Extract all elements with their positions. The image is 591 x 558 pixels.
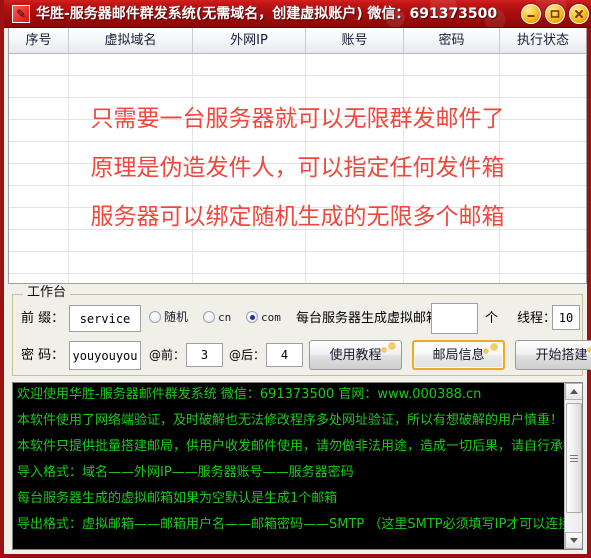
at-after-input[interactable]: 4 [266,343,303,367]
mailbox-count-unit: 个 [485,311,499,326]
at-after-label: @后： [229,348,266,362]
table-row[interactable] [9,164,586,186]
tutorial-button[interactable]: 使用教程 [309,340,402,370]
radio-suffix-random[interactable]: 随机 [149,311,188,323]
column-header-index[interactable]: 序号 [9,28,69,53]
radio-suffix-com[interactable]: com [246,311,281,323]
prefix-label: 前 缀： [21,311,65,326]
log-console-text: 欢迎使用华胜-服务器邮件群发系统 微信：691373500 官网：www.000… [13,383,583,549]
mailbox-count-input[interactable] [431,303,478,334]
column-header-password[interactable]: 密码 [404,28,500,53]
window-controls [521,4,589,24]
at-before-label: @前： [149,348,186,362]
radio-label-cn: cn [218,310,232,324]
thread-input[interactable]: 10 [552,305,580,330]
thread-label: 线程： [517,311,557,326]
start-build-button-label: 开始搭建 [535,347,588,363]
radio-dot-icon [203,311,215,323]
table-row[interactable] [9,120,586,142]
grid-body[interactable]: 只需要一台服务器就可以无限群发邮件了 原理是伪造发件人，可以指定任何发件箱 服务… [9,54,586,283]
maximize-button[interactable] [545,4,565,24]
table-row[interactable] [9,252,586,274]
workbench-legend: 工作台 [23,286,71,299]
log-line-5: 每台服务器生成的虚拟邮箱如果为空默认是生成1个邮箱 [17,491,338,506]
workbench-row-1: 前 缀： service 随机 cn com 每台服务器生成虚拟邮箱： 个 线程… [13,303,582,335]
log-line-4: 导入格式：域名——外网IP——服务器账号——服务器密码 [17,465,354,480]
post-office-info-button[interactable]: 邮局信息 [412,340,505,370]
tutorial-button-label: 使用教程 [329,347,382,363]
post-office-info-button-label: 邮局信息 [432,347,485,363]
workbench-row-2: 密 码： youyouyou @前： 3 @后： 4 使用教程 邮局信息 开始搭… [13,339,591,373]
table-row[interactable] [9,54,586,76]
column-header-status[interactable]: 执行状态 [500,28,586,53]
log-line-6: 导出格式：虚拟邮箱——邮箱用户名——邮箱密码——SMTP （这里SMTP必须填写… [17,517,583,532]
log-console[interactable]: 欢迎使用华胜-服务器邮件群发系统 微信：691373500 官网：www.000… [12,382,583,550]
log-console-scrollbar[interactable] [564,383,582,549]
log-line-3: 本软件只提供批量搭建邮局，供用户收发邮件使用，请勿做非法用途，造成一切后果，请自… [17,439,583,454]
grid-header-row: 序号 虚拟域名 外网IP 账号 密码 执行状态 [9,28,586,54]
app-logo-icon: ✎ [12,5,30,23]
radio-suffix-cn[interactable]: cn [203,311,231,323]
prefix-input[interactable]: service [69,305,141,332]
table-row[interactable] [9,274,586,283]
minimize-button[interactable] [521,4,541,24]
application-window: ✎ 华胜-服务器邮件群发系统(无需域名，创建虚拟账户) 微信：691373500… [0,0,591,558]
grip-icon [570,454,578,462]
table-row[interactable] [9,142,586,164]
mailbox-count-label: 每台服务器生成虚拟邮箱： [296,311,453,326]
caret-up-icon [570,389,578,394]
start-build-button[interactable]: 开始搭建 [515,340,591,370]
table-row[interactable] [9,230,586,252]
workbench-panel: 工作台 前 缀： service 随机 cn com 每台服务器生成虚拟邮箱： … [12,286,591,376]
radio-dot-icon [149,311,161,323]
table-row[interactable] [9,76,586,98]
scroll-up-button[interactable] [565,383,582,400]
server-list-grid[interactable]: 序号 虚拟域名 外网IP 账号 密码 执行状态 只需要一台服务器就可以无限群发邮… [8,28,587,284]
table-row[interactable] [9,186,586,208]
window-title: 华胜-服务器邮件群发系统(无需域名，创建虚拟账户) 微信：691373500 [36,6,498,22]
column-header-account[interactable]: 账号 [306,28,404,53]
radio-dot-icon [246,311,258,323]
log-line-2: 本软件使用了网络端验证，及时破解也无法修改程序多处网址验证，所以有想破解的用户慎… [17,413,564,428]
column-header-ip[interactable]: 外网IP [193,28,306,53]
log-line-1: 欢迎使用华胜-服务器邮件群发系统 微信：691373500 官网：www.000… [17,387,482,402]
scrollbar-thumb[interactable] [566,403,582,513]
caret-down-icon [570,538,578,543]
title-bar: ✎ 华胜-服务器邮件群发系统(无需域名，创建虚拟账户) 微信：691373500 [4,0,591,28]
scroll-down-button[interactable] [565,532,582,549]
close-button[interactable] [569,4,589,24]
radio-label-com: com [261,310,281,324]
radio-label-random: 随机 [164,310,189,324]
column-header-domain[interactable]: 虚拟域名 [69,28,193,53]
table-row[interactable] [9,208,586,230]
password-label: 密 码： [21,348,65,363]
at-before-input[interactable]: 3 [186,343,223,367]
password-input[interactable]: youyouyou [69,341,141,370]
table-row[interactable] [9,98,586,120]
